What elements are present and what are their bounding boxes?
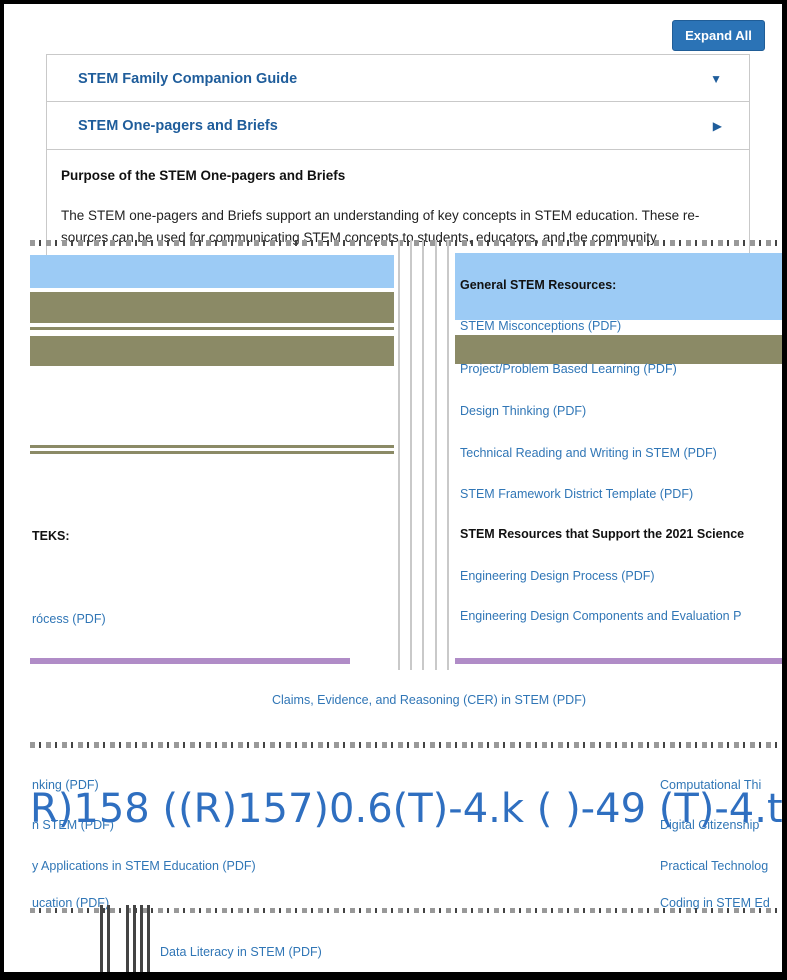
artifact-line bbox=[447, 240, 449, 670]
section-description-line: The STEM one-pagers and Briefs support a… bbox=[61, 208, 700, 223]
render-artifact-strip bbox=[30, 240, 782, 246]
resource-link[interactable]: Data Literacy in STEM (PDF) bbox=[160, 945, 322, 959]
artifact-line bbox=[422, 240, 424, 670]
general-resources-heading: General STEM Resources: bbox=[460, 278, 617, 292]
artifact-band bbox=[455, 335, 782, 364]
resource-link[interactable]: y Applications in STEM Education (PDF) bbox=[32, 859, 256, 873]
artifact-band bbox=[30, 451, 394, 454]
artifact-line bbox=[133, 905, 136, 975]
resource-link[interactable]: STEM Misconceptions (PDF) bbox=[460, 319, 621, 333]
artifact-band bbox=[30, 327, 394, 330]
artifact-line bbox=[140, 905, 143, 975]
garbled-render-text: R)158 ((R)157)0.6(T)-4.k ( )-49 (T)-4.t(… bbox=[30, 786, 782, 832]
accordion-header[interactable]: STEM Family Companion Guide ▼ bbox=[47, 55, 749, 102]
artifact-band bbox=[30, 255, 394, 288]
artifact-line bbox=[147, 905, 150, 975]
section-heading: Purpose of the STEM One-pagers and Brief… bbox=[61, 168, 346, 183]
resource-link[interactable]: Design Thinking (PDF) bbox=[460, 404, 586, 418]
resource-link[interactable]: Claims, Evidence, and Reasoning (CER) in… bbox=[272, 693, 586, 707]
resource-link[interactable]: Practical Technolog bbox=[660, 859, 768, 873]
resource-link[interactable]: STEM Framework District Template (PDF) bbox=[460, 487, 693, 501]
artifact-line bbox=[435, 240, 437, 670]
artifact-line bbox=[398, 240, 400, 670]
artifact-line bbox=[410, 240, 412, 670]
resource-link[interactable]: Engineering Design Components and Evalua… bbox=[460, 609, 741, 623]
chevron-right-icon[interactable]: ▶ bbox=[713, 119, 722, 133]
science-resources-heading: STEM Resources that Support the 2021 Sci… bbox=[460, 527, 745, 541]
artifact-band bbox=[30, 445, 394, 448]
artifact-line bbox=[126, 905, 129, 975]
resource-link[interactable]: Engineering Design Process (PDF) bbox=[460, 569, 655, 583]
artifact-band bbox=[30, 658, 350, 664]
accordion-title: STEM One-pagers and Briefs bbox=[78, 117, 278, 134]
resource-link[interactable]: Project/Problem Based Learning (PDF) bbox=[460, 362, 677, 376]
resource-link[interactable]: Technical Reading and Writing in STEM (P… bbox=[460, 446, 717, 460]
accordion-item-one-pagers[interactable]: STEM One-pagers and Briefs ▶ bbox=[46, 101, 750, 150]
artifact-line bbox=[107, 905, 110, 975]
accordion-title: STEM Family Companion Guide bbox=[78, 70, 298, 87]
resource-link[interactable]: rócess (PDF) bbox=[32, 612, 106, 626]
artifact-band bbox=[30, 292, 394, 323]
teks-label: TEKS: bbox=[32, 529, 70, 543]
artifact-band bbox=[455, 658, 782, 664]
artifact-line bbox=[100, 905, 103, 975]
expand-all-button[interactable]: Expand All bbox=[672, 20, 765, 51]
artifact-band bbox=[30, 336, 394, 366]
accordion-header[interactable]: STEM One-pagers and Briefs ▶ bbox=[47, 102, 749, 149]
render-artifact-strip bbox=[30, 742, 782, 748]
chevron-down-icon[interactable]: ▼ bbox=[710, 72, 722, 86]
accordion-item-family-guide[interactable]: STEM Family Companion Guide ▼ bbox=[46, 54, 750, 103]
